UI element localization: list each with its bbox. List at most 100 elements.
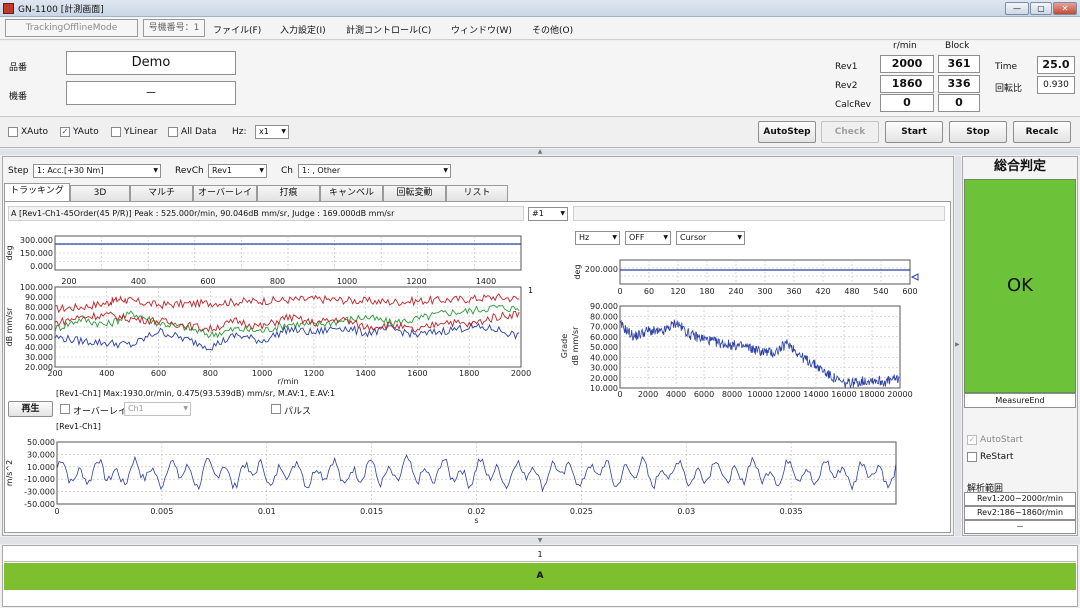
y-axis-label: m/s^2: [5, 460, 14, 486]
y-tick-label: -10.000: [24, 475, 55, 484]
range-rev2: Rev2:186−1860r/min: [964, 506, 1076, 520]
y-tick-label: 60.000: [25, 323, 53, 332]
play-button[interactable]: 再生: [8, 401, 53, 417]
pulse-checkbox[interactable]: [271, 404, 281, 414]
judge-result: OK: [964, 179, 1076, 393]
restart-label: ReStart: [980, 452, 1014, 462]
pulse-label: パルス: [284, 407, 312, 417]
phase-chart-order: 200.000 0 60 120 180 240 300 360 420 480 540 600 deg: [573, 259, 919, 296]
overlay-ch-select[interactable]: Ch1: [124, 402, 191, 416]
y-tick-label: 200.000: [585, 265, 618, 274]
x-tick-label: 600: [151, 369, 166, 378]
x-tick-label: 540: [873, 287, 888, 296]
x-tick-label: 1200: [406, 277, 426, 286]
x-tick-label: 1600: [407, 369, 427, 378]
y-tick-label: 50.000: [590, 343, 618, 352]
y-tick-label: 20.000: [590, 374, 618, 383]
time-label: Time: [995, 62, 1018, 72]
x-tick-label: 200: [61, 277, 76, 286]
phase-chart-rpm: 300.000 150.000 0.000 200 400 600 800 1000 1200 1…: [5, 235, 522, 286]
x-tick-label: 800: [270, 277, 285, 286]
x-tick-label: 1000: [337, 277, 357, 286]
time-value: 25.0: [1037, 56, 1075, 74]
x-tick-label: 0.03: [677, 507, 695, 516]
main-window: GN-1100 [計測画面] — ▢ ✕ TrackingOfflineMode…: [0, 0, 1080, 608]
recalc-button[interactable]: Recalc: [1013, 121, 1071, 143]
y-tick-label: 60.000: [590, 333, 618, 342]
y-tick-label: 150.000: [20, 249, 53, 258]
tracking-status-line: [Rev1-Ch1] Max:1930.0r/min, 0.475(93.539…: [56, 389, 336, 398]
x-tick-label: 4000: [666, 390, 686, 399]
range-extra: －: [964, 520, 1076, 534]
x-tick-label: 0.035: [780, 507, 803, 516]
x-tick-label: 200: [47, 369, 62, 378]
x-tick-label: 10000: [747, 390, 772, 399]
x-tick-label: 6000: [694, 390, 714, 399]
x-tick-label: 0.015: [360, 507, 383, 516]
ratio-label: 回転比: [995, 84, 1023, 94]
x-axis-label: r/min: [277, 377, 298, 386]
bottom-judge-bar: A: [4, 563, 1076, 590]
x-tick-label: 14000: [803, 390, 828, 399]
autostart-checkbox[interactable]: ✓: [967, 435, 977, 445]
y-axis-label: deg: [573, 264, 582, 279]
splitter-bottom[interactable]: ▼: [0, 537, 1080, 544]
x-tick-label: 1200: [304, 369, 324, 378]
x-tick-label: 600: [200, 277, 215, 286]
close-button[interactable]: ✕: [1053, 2, 1077, 15]
spectrum-chart: 90.00080.000 70.00060.00050.00040.000 30.0…: [560, 302, 913, 399]
waveform-chart: 50.00030.00010.000-10.000-30.000-50.0000…: [5, 438, 897, 525]
y-tick-label: 80.000: [590, 312, 618, 321]
x-tick-label: 1400: [476, 277, 496, 286]
x-tick-label: 360: [786, 287, 801, 296]
x-tick-label: 300: [757, 287, 772, 296]
x-tick-label: 800: [203, 369, 218, 378]
y-tick-label: 300.000: [20, 236, 53, 245]
autostart-label: AutoStart: [980, 435, 1023, 445]
x-tick-label: 480: [844, 287, 859, 296]
x-tick-label: 400: [131, 277, 146, 286]
y-tick-label: -50.000: [24, 500, 55, 509]
x-tick-label: 1000: [252, 369, 272, 378]
y-tick-label: 70.000: [25, 313, 53, 322]
judge-title: 総合判定: [993, 159, 1046, 174]
y-tick-label: 80.000: [25, 303, 53, 312]
maximize-button[interactable]: ▢: [1030, 2, 1052, 15]
x-tick-label: 16000: [831, 390, 856, 399]
minimize-button[interactable]: —: [1005, 2, 1029, 15]
x-tick-label: 2000: [638, 390, 658, 399]
y-axis-label: Grade: [560, 334, 569, 358]
x-tick-label: 1400: [355, 369, 375, 378]
judge-status: MeasureEnd: [964, 393, 1076, 408]
x-tick-label: 400: [99, 369, 114, 378]
overlay-checkbox[interactable]: [60, 404, 70, 414]
x-tick-label: 0: [617, 390, 622, 399]
x-tick-label: 12000: [775, 390, 800, 399]
x-tick-label: 2000: [511, 369, 531, 378]
y-tick-label: 40.000: [590, 353, 618, 362]
charts-svg: 300.000150.0000.000200 400 600 800 1000 1200 1…: [5, 235, 919, 525]
restart-checkbox[interactable]: [967, 452, 977, 462]
tracking-chart: 100.00090.00080.00070.00060.00050.00040.…: [5, 283, 531, 386]
y-tick-label: 30.000: [590, 364, 618, 373]
x-tick-label: 180: [699, 287, 714, 296]
overlay-label: オーバーレイ: [73, 407, 127, 417]
y-tick-label: 70.000: [590, 323, 618, 332]
x-tick-label: 1800: [459, 369, 479, 378]
y-tick-label: 10.000: [590, 384, 618, 393]
x-tick-label: 0.005: [150, 507, 173, 516]
ratio-value: 0.930: [1037, 76, 1075, 94]
y-axis-label: dB mm/sr: [5, 307, 14, 347]
y-axis-label: deg: [5, 245, 14, 260]
y-tick-label: 40.000: [25, 343, 53, 352]
y-tick-label: 30.000: [25, 353, 53, 362]
y-tick-label: 10.000: [27, 463, 55, 472]
x-tick-label: 18000: [859, 390, 884, 399]
y-tick-label: 100.000: [20, 283, 53, 292]
bottom-index: 1: [4, 548, 1076, 562]
splitter-side[interactable]: ▶: [955, 156, 961, 536]
x-tick-label: 120: [670, 287, 685, 296]
y-tick-label: 0.000: [30, 262, 53, 271]
range-rev1: Rev1:200−2000r/min: [964, 492, 1076, 506]
wave-title: [Rev1-Ch1]: [56, 422, 101, 431]
